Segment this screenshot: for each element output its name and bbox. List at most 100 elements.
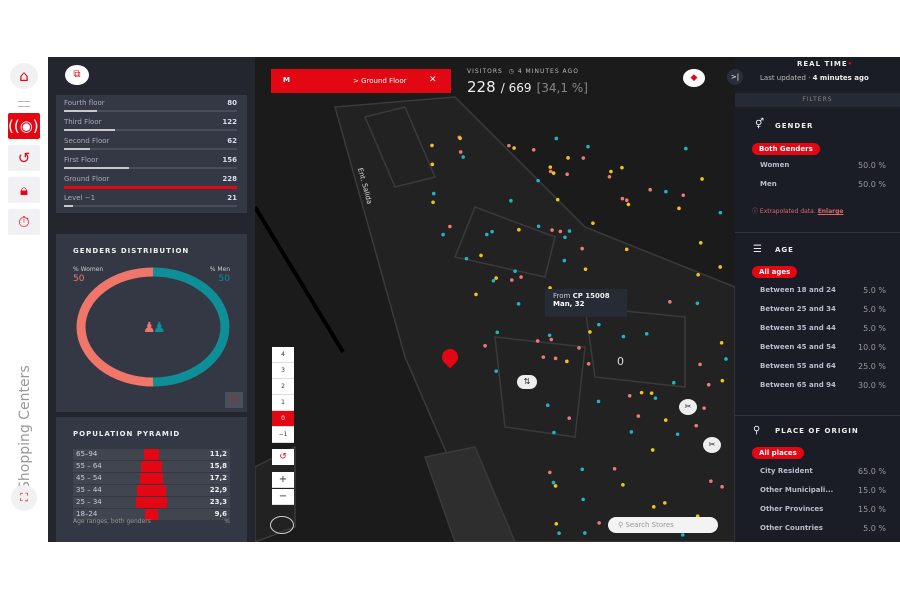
visitor-dot[interactable]: [626, 202, 631, 207]
visitor-dot[interactable]: [548, 470, 552, 475]
visitor-dot[interactable]: [479, 253, 483, 258]
floor-row[interactable]: Ground Floor 228: [56, 173, 247, 192]
visitor-dot[interactable]: [718, 265, 723, 269]
visitor-dot[interactable]: [581, 156, 586, 160]
visitor-dot[interactable]: [597, 322, 601, 327]
floor-button[interactable]: −1: [272, 427, 294, 443]
visitor-dot[interactable]: [483, 343, 487, 348]
visitor-dot[interactable]: [565, 172, 569, 177]
close-icon[interactable]: ✕: [429, 75, 437, 85]
zoom-in-button[interactable]: +: [272, 472, 294, 488]
visitor-dot[interactable]: [431, 191, 436, 196]
visitor-dot[interactable]: [696, 272, 700, 277]
visitor-dot[interactable]: [550, 228, 554, 232]
visitor-dot[interactable]: [591, 221, 595, 225]
visitor-dot[interactable]: [509, 198, 513, 203]
reset-view-icon[interactable]: ↺: [272, 449, 294, 465]
visitor-dot[interactable]: [554, 136, 559, 141]
visitor-dot[interactable]: [510, 278, 514, 282]
menu-icon[interactable]: [18, 101, 30, 107]
visitor-dot[interactable]: [551, 480, 556, 485]
gender-pill[interactable]: Both Genders: [752, 143, 820, 155]
visitor-dot[interactable]: [719, 340, 724, 345]
visitor-dot[interactable]: [671, 380, 676, 385]
live-icon[interactable]: ((◉)): [8, 113, 45, 139]
search-stores-input[interactable]: ⚲ Search Stores: [608, 517, 718, 533]
visitor-dot[interactable]: [698, 240, 703, 245]
visitor-dot[interactable]: [549, 337, 554, 342]
visitor-dot[interactable]: [675, 432, 680, 437]
visitor-dot[interactable]: [580, 467, 585, 472]
enlarge-link[interactable]: Enlarge: [818, 208, 844, 215]
visitor-dot[interactable]: [651, 505, 656, 509]
visitor-dot[interactable]: [596, 399, 601, 404]
breadcrumb-floor[interactable]: > Ground Floor: [353, 77, 406, 85]
visitor-dot[interactable]: [663, 418, 668, 422]
origin-row[interactable]: City Resident 65.0 %: [735, 467, 900, 486]
visitor-dot[interactable]: [597, 521, 601, 525]
visitor-dot[interactable]: [621, 334, 626, 339]
visitor-dot[interactable]: [684, 146, 688, 151]
visitor-dot[interactable]: [491, 278, 496, 283]
visitor-dot[interactable]: [485, 232, 489, 237]
visitor-dot[interactable]: [695, 301, 700, 306]
visitor-dot[interactable]: [620, 196, 625, 201]
floor-row[interactable]: Third Floor 122: [56, 116, 247, 135]
visitor-dot[interactable]: [581, 497, 585, 502]
visitor-dot[interactable]: [458, 136, 462, 140]
visitor-dot[interactable]: [681, 193, 686, 198]
floor-button[interactable]: 3: [272, 363, 294, 379]
visitor-dot[interactable]: [649, 391, 654, 395]
visitor-dot[interactable]: [495, 330, 500, 335]
gender-row[interactable]: Men 50.0 %: [735, 180, 900, 199]
visitor-dot[interactable]: [620, 165, 624, 170]
age-row[interactable]: Between 35 and 44 5.0 %: [735, 324, 900, 343]
visitor-dot[interactable]: [607, 174, 612, 179]
visitor-dot[interactable]: [636, 414, 641, 418]
visitor-dot[interactable]: [709, 479, 713, 483]
restaurant-icon-2[interactable]: ✂: [703, 437, 721, 453]
age-row[interactable]: Between 25 and 34 5.0 %: [735, 305, 900, 324]
visitor-dot[interactable]: [566, 156, 570, 160]
layers-icon[interactable]: ◆: [683, 69, 705, 87]
shopping-bag-icon[interactable]: 🔒︎: [8, 177, 40, 203]
visitor-dot[interactable]: [702, 406, 706, 410]
visitor-dot[interactable]: [612, 467, 617, 471]
visitor-dot[interactable]: [494, 369, 498, 373]
visitor-dot[interactable]: [513, 269, 517, 274]
origin-row[interactable]: Other Municipali... 15.0 %: [735, 486, 900, 505]
visitor-dot[interactable]: [567, 229, 572, 233]
floor-row[interactable]: Second Floor 62: [56, 135, 247, 154]
visitor-dot[interactable]: [621, 483, 625, 487]
visitor-dot[interactable]: [624, 247, 629, 252]
visitor-dot[interactable]: [536, 178, 540, 183]
visitor-dot[interactable]: [545, 403, 550, 408]
visitor-dot[interactable]: [554, 522, 559, 526]
visitor-dot[interactable]: [461, 155, 465, 159]
visitor-dot[interactable]: [536, 224, 541, 229]
visitor-dot[interactable]: [698, 362, 702, 367]
visitor-dot[interactable]: [583, 531, 587, 535]
visitor-dot[interactable]: [644, 332, 649, 336]
visitor-dot[interactable]: [553, 484, 558, 488]
visitor-dot[interactable]: [558, 229, 563, 234]
visitor-dot[interactable]: [516, 302, 521, 306]
visitor-dot[interactable]: [580, 246, 584, 251]
visitor-dot[interactable]: [494, 276, 498, 280]
breadcrumb-bar[interactable]: M > Ground Floor ✕: [271, 69, 451, 93]
floor-button[interactable]: 4: [272, 347, 294, 363]
visitor-dot[interactable]: [548, 169, 553, 174]
visitor-dot[interactable]: [706, 382, 711, 387]
collapse-panel-button[interactable]: >|: [727, 69, 743, 85]
age-row[interactable]: Between 65 and 94 30.0 %: [735, 381, 900, 400]
history-icon[interactable]: ↺: [8, 145, 40, 171]
visitor-dot[interactable]: [653, 396, 658, 400]
visitor-dot[interactable]: [700, 177, 704, 181]
visitor-dot[interactable]: [430, 143, 434, 148]
age-row[interactable]: Between 55 and 64 25.0 %: [735, 362, 900, 381]
visitor-dot[interactable]: [441, 232, 445, 237]
visitor-dot[interactable]: [639, 390, 644, 395]
visitor-dot[interactable]: [458, 150, 463, 154]
visitor-dot[interactable]: [650, 448, 655, 452]
home-icon[interactable]: ⌂: [10, 63, 38, 89]
